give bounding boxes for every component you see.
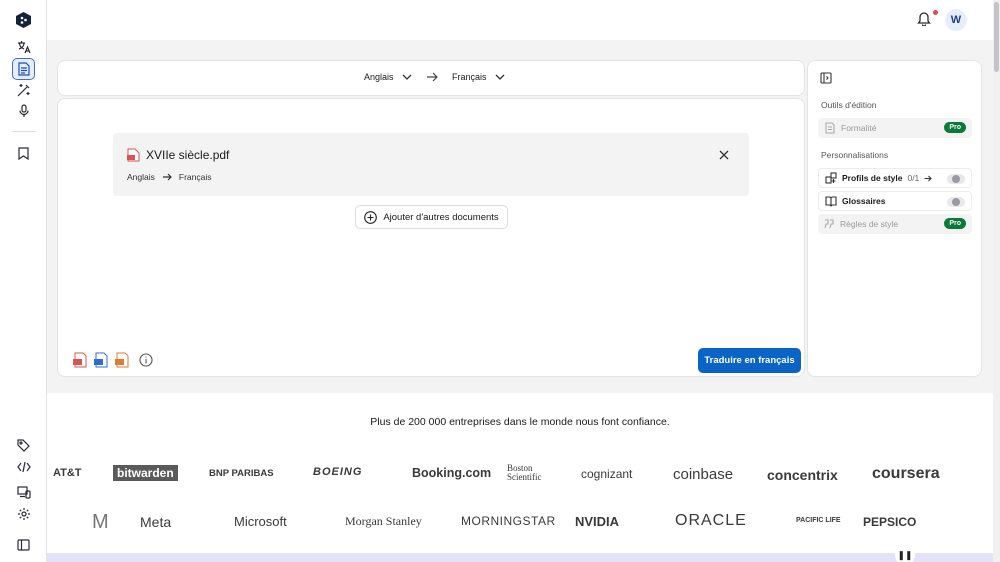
pro-badge: Pro <box>944 218 966 229</box>
language-selector-bar: Anglais Français <box>57 60 805 96</box>
add-documents-label: Ajouter d'autres documents <box>383 211 499 223</box>
logo-concentrix: concentrix <box>767 467 838 483</box>
bookmark-icon[interactable] <box>12 142 35 164</box>
personalization-heading: Personnalisations <box>821 150 889 160</box>
arrow-right-icon <box>924 175 933 182</box>
page-scrollbar[interactable] <box>993 0 1000 562</box>
logo-microsoft: Microsoft <box>234 514 287 529</box>
logo-coinbase: coinbase <box>673 466 734 483</box>
settings-gear-icon[interactable] <box>12 503 35 525</box>
devices-icon[interactable] <box>12 481 35 503</box>
logo-booking: Booking.com <box>412 466 492 480</box>
style-profiles-option[interactable]: Profils de style 0/1 <box>818 168 972 188</box>
file-language-pair: Anglais Français <box>127 172 211 182</box>
translate-button[interactable]: Traduire en français <box>698 348 801 373</box>
pause-carousel-icon[interactable]: ❚❚ <box>895 545 915 562</box>
add-documents-button[interactable]: Ajouter d'autres documents <box>355 205 508 229</box>
left-sidebar <box>0 0 47 562</box>
logo-morgan-stanley: Morgan Stanley <box>345 514 422 528</box>
formality-icon <box>824 122 836 134</box>
glossaries-option[interactable]: Glossaires <box>818 191 972 211</box>
top-bar: W <box>47 0 993 40</box>
style-rules-label: Règles de style <box>840 219 899 229</box>
quote-icon <box>824 219 835 229</box>
logo-boston-scientific: Boston Scientific <box>507 463 542 482</box>
style-rules-option[interactable]: Règles de style Pro <box>818 214 972 234</box>
logo-morningstar: MORNINGSTAR <box>461 514 556 528</box>
target-language-label: Français <box>452 72 487 82</box>
pro-badge: Pro <box>944 122 966 133</box>
collapse-sidebar-icon[interactable] <box>12 534 35 556</box>
logo-boeing: BOEING <box>313 466 363 478</box>
notification-dot <box>933 10 938 15</box>
trusted-by-section: Plus de 200 000 entreprises dans le mond… <box>47 393 993 553</box>
source-language-label: Anglais <box>364 72 394 82</box>
logo-pacific-life: PACIFIC LIFE <box>796 517 841 524</box>
side-panel-toggle-icon[interactable] <box>820 72 832 84</box>
chevron-down-icon <box>495 74 505 80</box>
trust-statement: Plus de 200 000 entreprises dans le mond… <box>370 416 670 428</box>
uploaded-file-card: XVIIe siècle.pdf Anglais Français <box>113 133 749 196</box>
glossaries-label: Glossaires <box>842 196 886 206</box>
edit-tools-heading: Outils d'édition <box>821 100 877 110</box>
style-profiles-toggle[interactable] <box>947 174 965 184</box>
logo-oracle: ORACLE <box>675 512 747 529</box>
scrollbar-thumb[interactable] <box>994 2 999 72</box>
style-profiles-count: 0/1 <box>907 173 920 183</box>
logo-cognizant: cognizant <box>581 467 633 481</box>
code-icon[interactable] <box>12 456 35 478</box>
bottom-banner-strip <box>47 553 993 562</box>
style-profiles-icon <box>825 172 837 184</box>
logo-mcdonalds-icon: M <box>92 511 109 533</box>
pdf-format-icon <box>72 352 88 368</box>
document-panel: XVIIe siècle.pdf Anglais Français Ajoute… <box>57 98 805 377</box>
word-format-icon <box>93 352 109 368</box>
source-language-select[interactable]: Anglais <box>364 72 412 82</box>
right-tools-panel: Outils d'édition Formalité Pro Personnal… <box>807 60 982 377</box>
info-icon[interactable] <box>139 353 153 367</box>
target-language-select[interactable]: Français <box>452 72 505 82</box>
logo-att: AT&T <box>53 467 82 479</box>
file-target-language: Français <box>178 172 212 182</box>
arrow-right-icon <box>162 173 172 181</box>
chevron-down-icon <box>402 74 412 80</box>
swap-languages-arrow-icon[interactable] <box>426 72 438 82</box>
pdf-file-icon <box>127 148 140 162</box>
translate-text-icon[interactable] <box>12 36 35 58</box>
microphone-icon[interactable] <box>12 100 35 122</box>
book-icon <box>825 195 837 207</box>
logo-bitwarden: bitwarden <box>113 465 178 481</box>
logo-coursera: coursera <box>872 465 940 482</box>
magic-write-icon[interactable] <box>12 79 35 101</box>
supported-formats <box>72 352 153 368</box>
user-avatar[interactable]: W <box>945 9 967 31</box>
plus-circle-icon <box>364 210 378 224</box>
logo-bnp-paribas: BNP PARIBAS <box>209 468 274 479</box>
powerpoint-format-icon <box>114 352 130 368</box>
translate-documents-icon[interactable] <box>12 58 35 80</box>
logo-pepsico: PEPSICO <box>863 515 917 529</box>
file-name: XVIIe siècle.pdf <box>146 148 230 162</box>
formality-option[interactable]: Formalité Pro <box>818 118 972 138</box>
file-source-language: Anglais <box>127 172 155 182</box>
style-profiles-label: Profils de style <box>842 173 903 183</box>
close-icon[interactable] <box>719 150 731 162</box>
app-logo-icon[interactable] <box>12 9 35 31</box>
logo-meta: Meta <box>140 514 172 530</box>
glossaries-toggle[interactable] <box>947 197 965 207</box>
logo-nvidia: NVIDIA <box>575 514 620 529</box>
formality-label: Formalité <box>841 123 877 133</box>
tag-icon[interactable] <box>12 434 35 456</box>
